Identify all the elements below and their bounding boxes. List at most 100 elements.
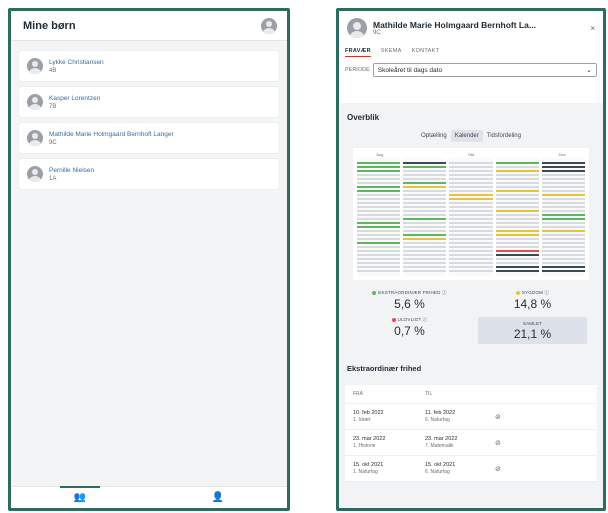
calendar-day-bar [449, 166, 493, 168]
calendar-day-bar [495, 202, 539, 204]
calendar-day-bar [357, 258, 401, 260]
calendar-day-bar [403, 206, 447, 208]
from-date: 15. okt 2021 [353, 461, 384, 468]
stat-total: SAMLET 21,1 % [478, 317, 587, 344]
profile-avatar-icon[interactable] [261, 17, 277, 34]
nav-tab-profile[interactable]: 👤 [149, 487, 287, 508]
calendar-day-bar [403, 262, 447, 264]
child-class: 9C [49, 139, 57, 146]
calendar-day-bar [403, 266, 447, 268]
calendar-day-bar [403, 270, 447, 272]
calendar-day-bar [449, 238, 493, 240]
table-row[interactable]: 10. feb 2022 1. Idræt 11. feb 2022 6. Natu… [345, 404, 597, 430]
child-name: Mathilde Marie Holmgaard Bernhoft Langer [49, 130, 174, 138]
column-header-from: FRA [353, 391, 363, 397]
person-edit-icon: 👤 [211, 492, 225, 503]
child-name: Lykke Christiansen [49, 58, 104, 66]
calendar-day-bar [495, 210, 539, 212]
tab-skema[interactable]: SKEMA [381, 48, 402, 56]
calendar-day-bar [357, 266, 401, 268]
calendar-day-bar [357, 234, 401, 236]
tab-kontakt[interactable]: KONTAKT [412, 48, 440, 56]
chevron-down-icon: ⌄ [586, 67, 592, 74]
calendar-day-bar [449, 190, 493, 192]
calendar-day-bar [541, 266, 586, 268]
ban-icon: ⊘ [495, 413, 501, 421]
calendar-day-bar [449, 258, 493, 260]
child-item-3[interactable]: Pernille Nielsen 1A [19, 159, 279, 189]
from-date: 23. mar 2022 [353, 435, 386, 442]
stat-label: EKSTRAORDINÆR FRIHED ⓘ [378, 290, 447, 295]
calendar-day-bar [403, 246, 447, 248]
child-avatar-icon [27, 130, 43, 146]
calendar-day-bar [495, 186, 539, 188]
calendar-day-bar [495, 214, 539, 216]
calendar-day-bar [357, 186, 401, 188]
calendar-week-column [495, 158, 539, 276]
calendar-day-bar [357, 170, 401, 172]
calendar-day-bar [403, 258, 447, 260]
stat-value: 21,1 % [513, 327, 552, 341]
calendar-day-bar [449, 214, 493, 216]
calendar-day-bar [449, 230, 493, 232]
calendar-week-column [541, 158, 586, 276]
detail-body: Overblik Optælling Kalender Tidsfordelin… [339, 103, 603, 508]
calendar-day-bar [357, 250, 401, 252]
child-item-2[interactable]: Mathilde Marie Holmgaard Bernhoft Langer… [19, 123, 279, 153]
column-header-to: TIL [425, 391, 433, 397]
calendar-day-bar [403, 226, 447, 228]
calendar-day-bar [357, 210, 401, 212]
calendar-day-bar [541, 246, 586, 248]
view-button-count[interactable]: Optælling [417, 130, 451, 142]
period-select[interactable]: Skoleåret til dags dato ⌄ [372, 63, 597, 77]
child-class: 1A [49, 175, 57, 182]
calendar-day-bar [449, 162, 493, 164]
calendar-day-bar [403, 198, 447, 200]
calendar-day-bar [495, 190, 539, 192]
ban-icon: ⊘ [495, 465, 501, 473]
calendar-day-bar [449, 174, 493, 176]
child-item-0[interactable]: Lykke Christiansen 4B [19, 51, 279, 81]
calendar-day-bar [495, 170, 539, 172]
calendar-day-bar [541, 258, 586, 260]
table-row[interactable]: 23. mar 2022 1. Historie 23. mar 2022 7. M… [345, 430, 597, 456]
calendar-day-bar [541, 242, 586, 244]
view-button-time-distribution[interactable]: Tidsfordeling [483, 130, 525, 142]
calendar-day-bar [357, 162, 401, 164]
calendar-day-bar [403, 166, 447, 168]
red-dot-icon [391, 318, 396, 322]
calendar-day-bar [495, 238, 539, 240]
calendar-day-bar [357, 194, 401, 196]
close-icon[interactable]: × [590, 24, 595, 33]
calendar-day-bar [449, 246, 493, 248]
calendar-day-bar [541, 238, 586, 240]
children-overview-screen: Mine børn Lykke Christiansen 4B Kasper L… [8, 8, 290, 511]
calendar-day-bar [357, 230, 401, 232]
nav-tab-children[interactable]: 👥 [11, 486, 149, 508]
to-lesson: 7. Matematik [425, 442, 454, 449]
calendar-day-bar [403, 234, 447, 236]
calendar-day-bar [541, 230, 586, 232]
detail-header: Mathilde Marie Holmgaard Bernhoft La... … [339, 11, 603, 45]
calendar-day-bar [541, 198, 586, 200]
calendar-day-bar [357, 254, 401, 256]
calendar-day-bar [357, 242, 401, 244]
view-button-calendar[interactable]: Kalender [450, 130, 483, 142]
calendar-day-bar [403, 202, 447, 204]
calendar-day-bar [541, 186, 586, 188]
to-lesson: 6. Naturfag [425, 468, 450, 475]
table-row[interactable]: 15. okt 2021 1. Naturfag 15. okt 2021 6. N… [345, 456, 597, 482]
child-item-1[interactable]: Kasper Lorentzen 7B [19, 87, 279, 117]
calendar-day-bar [541, 254, 586, 256]
calendar-day-bar [541, 250, 586, 252]
stat-extraordinary-leave: EKSTRAORDINÆR FRIHED ⓘ 5,6 % [355, 290, 464, 311]
from-lesson: 1. Idræt [353, 416, 371, 423]
calendar-day-bar [357, 238, 401, 240]
calendar-day-bar [357, 182, 401, 184]
calendar-day-bar [495, 174, 539, 176]
calendar-day-bar [357, 226, 401, 228]
calendar-day-bar [357, 178, 401, 180]
calendar-day-bar [495, 182, 539, 184]
tab-fravaer[interactable]: FRAVÆR [345, 48, 371, 57]
child-avatar-icon [27, 166, 43, 182]
